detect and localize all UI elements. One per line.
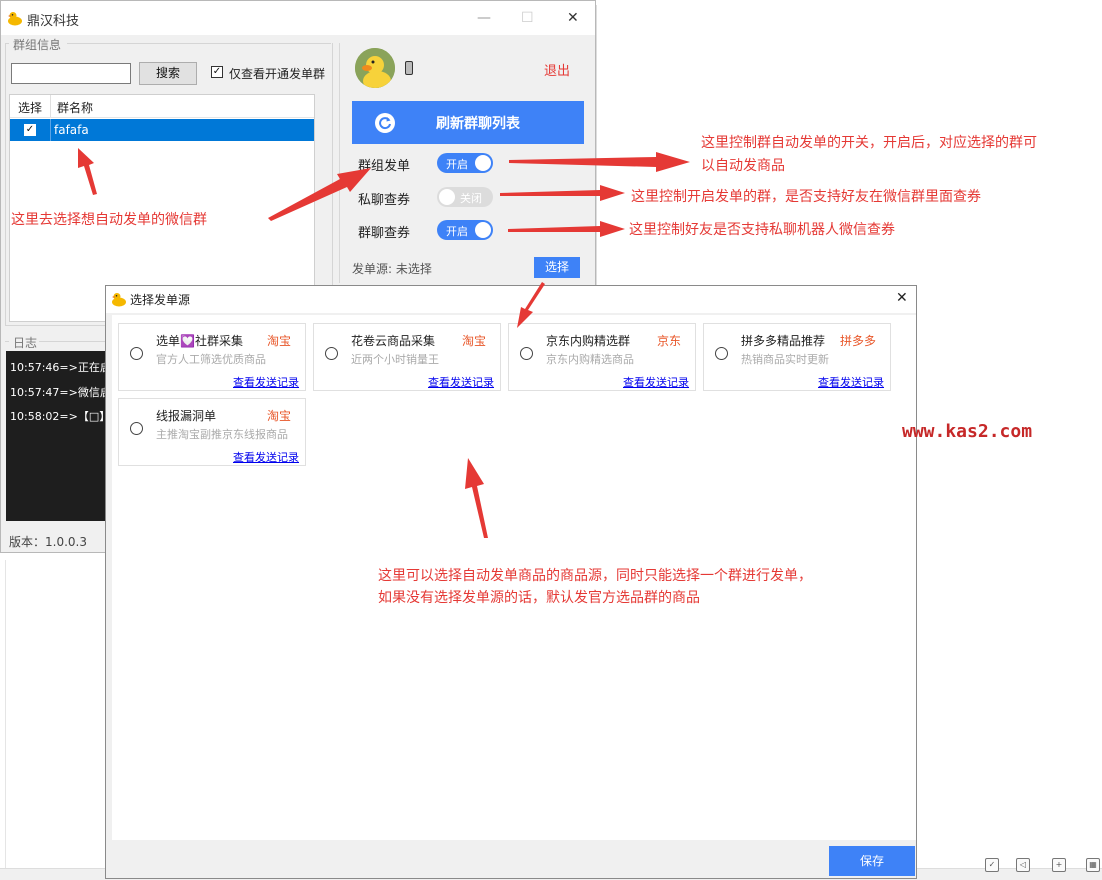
arrow-select-button — [517, 282, 545, 328]
annotation-select-group: 这里去选择想自动发单的微信群 — [11, 212, 207, 228]
annotation-group-switch-line1: 这里控制群自动发单的开关，开启后，对应选择的群可 — [701, 135, 1037, 151]
arrow-group-list — [78, 148, 97, 195]
watermark: www.kas2.com — [902, 421, 1033, 442]
arrow-select-group — [268, 168, 371, 221]
annotation-source-line2: 如果没有选择发单源的话，默认发官方选品群的商品 — [378, 590, 700, 606]
annotation-group-switch-line2: 以自动发商品 — [701, 158, 785, 174]
arrow-private — [500, 185, 625, 201]
annotation-private-coupon: 这里控制好友是否支持私聊机器人微信查券 — [629, 222, 895, 238]
arrow-group-coupon — [508, 221, 625, 237]
annotation-group-coupon: 这里控制开启发单的群，是否支持好友在微信群里面查券 — [631, 189, 981, 205]
arrow-group-switch — [509, 152, 690, 172]
arrow-source-cards — [465, 458, 488, 538]
annotation-source-line1: 这里可以选择自动发单商品的商品源，同时只能选择一个群进行发单， — [378, 568, 812, 584]
